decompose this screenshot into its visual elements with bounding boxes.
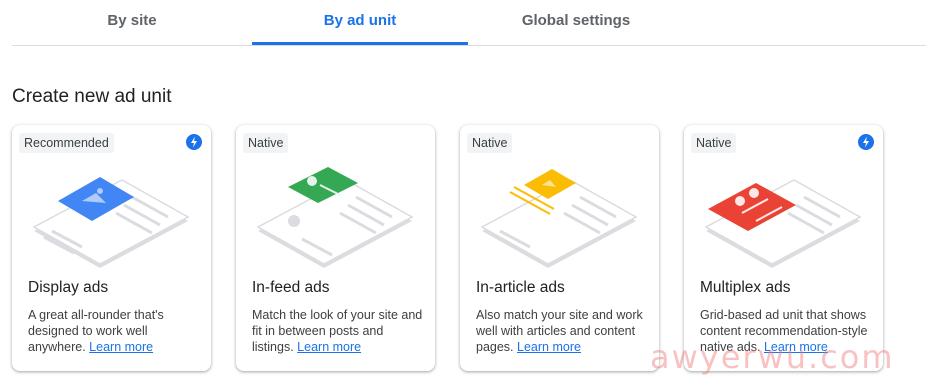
card-in-article-ads[interactable]: Native In-article ads Also match your si… <box>460 125 659 371</box>
display-ads-illustration <box>32 177 190 268</box>
page-heading: Create new ad unit <box>12 86 172 107</box>
multiplex-ads-illustration <box>704 179 862 268</box>
native-badge: Native <box>467 133 513 153</box>
watermark: awyerwu.com <box>650 338 895 376</box>
card-description: Also match your site and work well with … <box>476 307 648 355</box>
card-title: Multiplex ads <box>700 279 791 296</box>
tab-global-settings[interactable]: Global settings <box>468 0 684 44</box>
card-description: A great all-rounder that's designed to w… <box>28 307 200 355</box>
learn-more-link[interactable]: Learn more <box>89 340 153 354</box>
lightning-icon <box>858 134 874 150</box>
tab-by-site[interactable]: By site <box>12 0 252 44</box>
learn-more-link[interactable]: Learn more <box>517 340 581 354</box>
learn-more-link[interactable]: Learn more <box>297 340 361 354</box>
card-multiplex-ads[interactable]: Native Multiplex ads Grid-based ad unit … <box>684 125 883 371</box>
card-title: In-article ads <box>476 279 565 296</box>
card-description: Match the look of your site and fit in b… <box>252 307 424 355</box>
card-display-ads[interactable]: Recommended Display ads A great all-roun… <box>12 125 211 371</box>
tab-bar: By site By ad unit Global settings <box>12 0 926 46</box>
in-article-ads-illustration <box>480 169 638 268</box>
native-badge: Native <box>243 133 289 153</box>
recommended-badge: Recommended <box>19 133 114 153</box>
native-badge: Native <box>691 133 737 153</box>
card-title: In-feed ads <box>252 279 330 296</box>
lightning-icon <box>186 134 202 150</box>
in-feed-ads-illustration <box>256 167 414 268</box>
card-title: Display ads <box>28 279 109 296</box>
tab-by-ad-unit[interactable]: By ad unit <box>252 0 468 45</box>
card-in-feed-ads[interactable]: Native In-feed ads Match the look of you… <box>236 125 435 371</box>
